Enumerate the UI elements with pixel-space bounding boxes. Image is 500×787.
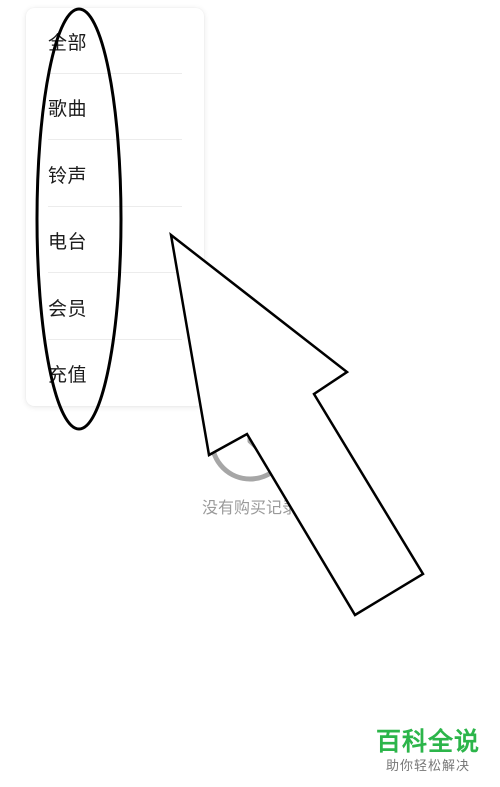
- filter-dropdown-menu: 全部 歌曲 铃声 电台 会员 充值: [26, 8, 204, 406]
- menu-item-label: 歌曲: [48, 97, 88, 120]
- menu-item-songs[interactable]: 歌曲: [26, 74, 204, 140]
- empty-state-message: 没有购买记录: [201, 498, 298, 517]
- watermark-subtitle: 助你轻松解决: [385, 759, 470, 774]
- menu-item-radio[interactable]: 电台: [26, 207, 204, 273]
- menu-divider: [48, 272, 182, 273]
- menu-item-recharge[interactable]: 充值: [26, 340, 204, 406]
- menu-item-membership[interactable]: 会员: [26, 274, 204, 340]
- menu-divider: [48, 139, 182, 140]
- menu-item-label: 充值: [48, 363, 88, 386]
- watermark-title: 百科全说: [375, 727, 480, 756]
- clock-icon: [209, 400, 291, 482]
- menu-item-ringtones[interactable]: 铃声: [26, 141, 204, 207]
- menu-item-label: 会员: [48, 297, 88, 320]
- menu-item-label: 电台: [48, 230, 88, 253]
- menu-item-all[interactable]: 全部: [26, 8, 204, 74]
- pointer-arrow-icon: [169, 232, 425, 617]
- menu-item-label: 铃声: [48, 164, 88, 187]
- watermark-logo: 百科全说 助你轻松解决: [372, 727, 484, 777]
- menu-item-label: 全部: [48, 31, 88, 54]
